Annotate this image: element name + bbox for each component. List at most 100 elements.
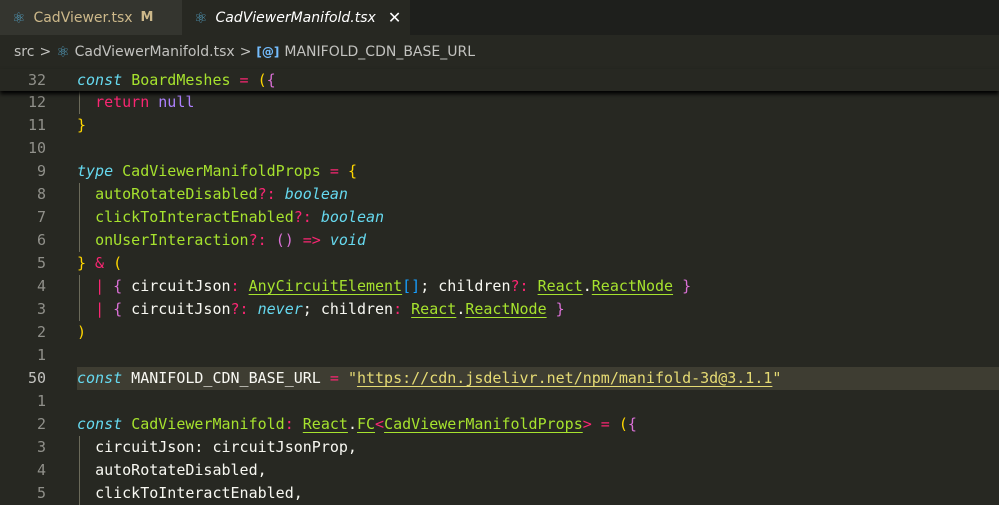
code-token: { [347, 162, 357, 180]
tab-cadviewer[interactable]: ⚛ CadViewer.tsx M [0, 0, 182, 35]
code-token: : [393, 300, 403, 318]
line-content: | { circuitJson: AnyCircuitElement[]; ch… [77, 275, 691, 298]
code-token: clickToInteractEnabled, [95, 484, 303, 502]
code-line[interactable]: 5 clickToInteractEnabled, [0, 482, 999, 505]
code-token: null [158, 93, 195, 111]
close-icon[interactable]: ✕ [388, 8, 401, 27]
code-token: = [230, 71, 258, 89]
code-line[interactable]: 4 | { circuitJson: AnyCircuitElement[]; … [0, 275, 999, 298]
code-token: boolean [320, 208, 385, 226]
code-line[interactable]: 12 return null [0, 91, 999, 114]
line-number: 1 [36, 346, 46, 364]
code-line[interactable]: 3 | { circuitJson?: never; children: Rea… [0, 298, 999, 321]
code-line[interactable]: 5} & ( [0, 252, 999, 275]
chevron-right-icon: > [39, 44, 52, 60]
line-content: const MANIFOLD_CDN_BASE_URL = "https://c… [77, 367, 999, 390]
code-token: void [329, 231, 366, 249]
code-token: => [293, 231, 330, 249]
react-icon: ⚛ [194, 8, 208, 27]
code-line[interactable]: 3 circuitJson: circuitJsonProp, [0, 436, 999, 459]
code-token: BoardMeshes [131, 71, 231, 89]
code-token: ReactNode [465, 300, 547, 318]
breadcrumb-file[interactable]: CadViewerManifold.tsx [75, 44, 235, 60]
line-number: 3 [36, 300, 46, 318]
code-token: | [95, 300, 105, 318]
code-token: ?: [257, 185, 276, 203]
line-number: 4 [36, 277, 46, 295]
tab-label: CadViewer.tsx [33, 9, 133, 26]
breadcrumb-folder[interactable]: src [14, 44, 34, 60]
code-line[interactable]: 8 autoRotateDisabled?: boolean [0, 183, 999, 206]
code-token: ReactNode [591, 277, 674, 295]
code-line[interactable]: 11} [0, 114, 999, 137]
code-line[interactable]: 2) [0, 321, 999, 344]
code-line[interactable]: 1 [0, 390, 999, 413]
line-number: 32 [27, 71, 46, 89]
code-token: const [77, 369, 123, 387]
code-token: MANIFOLD_CDN_BASE_URL [122, 369, 321, 387]
code-token: CadViewerManifoldProps [384, 415, 583, 433]
code-token: circuitJson [122, 300, 231, 318]
code-token: ( [113, 254, 123, 272]
code-line[interactable]: 1 [0, 344, 999, 367]
code-editor[interactable]: 32 const BoardMeshes = ({12 return null 11… [0, 69, 999, 505]
code-token: : [230, 277, 240, 295]
variable-symbol-icon: [@] [256, 45, 280, 59]
code-line[interactable]: 32 const BoardMeshes = ({ [0, 69, 999, 91]
line-number: 7 [36, 208, 46, 226]
code-token: boolean [284, 185, 348, 203]
code-token: autoRotateDisabled, [95, 461, 267, 479]
tab-cadviewermanifold[interactable]: ⚛ CadViewerManifold.tsx ✕ [182, 0, 410, 35]
code-token: { [627, 415, 637, 433]
code-line[interactable]: 6 onUserInteraction?: () => void [0, 229, 999, 252]
code-line[interactable]: 2 const CadViewerManifold: React.FC<CadVi… [0, 413, 999, 436]
tab-label: CadViewerManifold.tsx [215, 9, 376, 26]
breadcrumb-symbol[interactable]: MANIFOLD_CDN_BASE_URL [284, 44, 475, 60]
tab-bar: ⚛ CadViewer.tsx M ⚛ CadViewerManifold.ts… [0, 0, 999, 35]
code-token: ( [618, 415, 628, 433]
code-token: FC [356, 415, 376, 433]
code-token: & [86, 254, 114, 272]
line-number: 4 [36, 461, 46, 479]
line-number: 6 [36, 231, 46, 249]
code-token: type [77, 162, 114, 180]
code-token: circuitJson [122, 277, 231, 295]
line-content: const BoardMeshes = ({ [77, 69, 276, 91]
code-token: CadViewerManifoldProps [122, 162, 321, 180]
line-number: 5 [36, 254, 46, 272]
code-token: onUserInteraction [95, 231, 249, 249]
line-number: 1 [36, 392, 46, 410]
code-token: : [284, 415, 294, 433]
code-token: clickToInteractEnabled [95, 208, 294, 226]
code-token: ; children [420, 277, 511, 295]
code-token: const [77, 71, 123, 89]
line-number: 2 [36, 415, 46, 433]
code-token: { [113, 277, 123, 295]
code-token: React [302, 415, 348, 433]
code-line[interactable]: 9 type CadViewerManifoldProps = { [0, 160, 999, 183]
modified-badge: M [140, 10, 154, 25]
line-number: 11 [27, 116, 46, 134]
code-token: ; children [302, 300, 394, 318]
line-content: | { circuitJson?: never; children: React… [77, 298, 565, 321]
code-line[interactable]: 10 [0, 137, 999, 160]
code-line[interactable]: 50 const MANIFOLD_CDN_BASE_URL = "https:/… [0, 367, 999, 390]
code-token: < [375, 415, 385, 433]
react-icon: ⚛ [56, 43, 70, 61]
code-token: ( [257, 71, 267, 89]
line-content: ) [77, 321, 86, 344]
code-line[interactable]: 4 autoRotateDisabled, [0, 459, 999, 482]
code-token: = [320, 162, 348, 180]
code-line[interactable]: 7 clickToInteractEnabled?: boolean [0, 206, 999, 229]
